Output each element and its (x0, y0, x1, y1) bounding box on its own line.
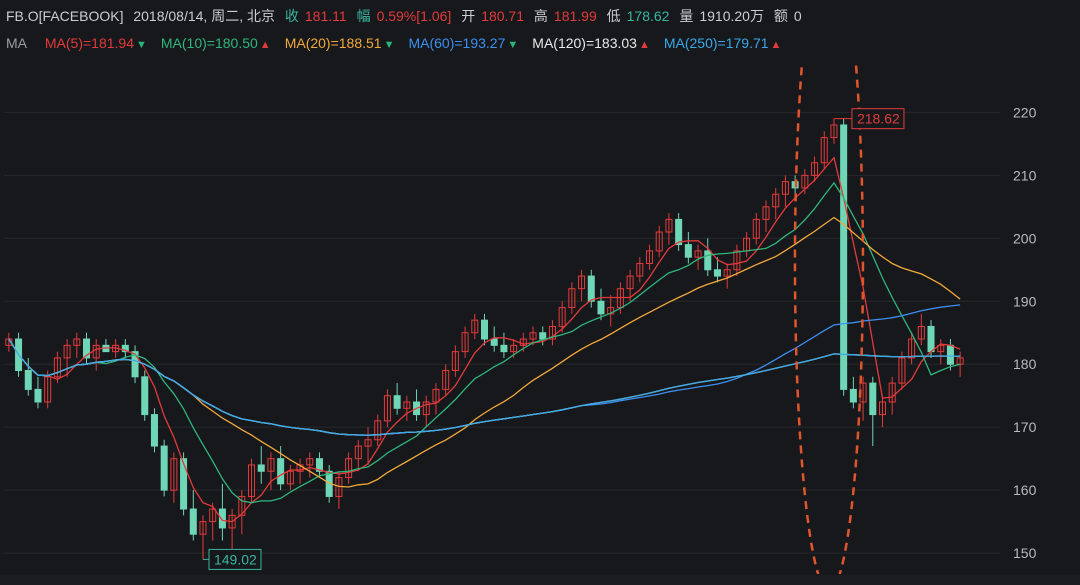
candle-body (150, 414, 158, 447)
candle-body (393, 395, 401, 409)
indicator-footer-strip (0, 575, 1080, 585)
candle-body (539, 332, 547, 340)
ma-legend-text: MA(60)=193.27 (408, 35, 506, 51)
datetime: 2018/08/14, 周二, 北京 (133, 8, 275, 24)
candle-body (684, 244, 692, 258)
open-value: 180.71 (481, 8, 525, 24)
amount-label: 额 (773, 8, 788, 24)
ma-legend-item[interactable]: MA(20)=188.51 ▼ (285, 35, 395, 51)
candle-body (675, 218, 683, 246)
ma-legend-text: MA(20)=188.51 (284, 35, 382, 51)
ma-legend-item[interactable]: MA(250)=179.71 ▲ (664, 35, 782, 51)
ma-legend-items: MA(5)=181.94 ▼ MA(10)=180.50 ▲ MA(20)=188.51… (45, 35, 796, 51)
candle-body (24, 370, 32, 390)
change-pct: 0.59% (376, 8, 417, 24)
candle-body (587, 275, 595, 302)
candle-body (480, 319, 489, 340)
ma-legend-text: MA(250)=179.71 (663, 35, 769, 51)
arrow-up-icon: ▲ (259, 39, 271, 51)
low-price-label: 149.02 (214, 551, 257, 567)
candle-body (713, 269, 721, 277)
candle-body (490, 338, 498, 346)
candle-body (257, 464, 265, 472)
highlight-ellipse (793, 62, 865, 574)
candle-body (180, 458, 188, 510)
y-tick-label: 190 (1013, 293, 1037, 309)
close-label: 收 (284, 8, 299, 24)
candle-body (189, 508, 197, 535)
y-tick-label: 200 (1013, 230, 1037, 246)
y-tick-label: 170 (1013, 419, 1037, 435)
candle-body (946, 344, 954, 365)
y-tick-label: 180 (1013, 356, 1037, 372)
change-abs: [1.06] (416, 8, 452, 24)
candle-body (927, 325, 935, 353)
ma-legend-text: MA(10)=180.50 (160, 35, 258, 51)
close-value: 181.11 (304, 8, 347, 24)
ma-legend-text: MA(5)=181.94 (44, 35, 134, 51)
ma-line (8, 216, 961, 488)
candle-body (840, 124, 848, 390)
arrow-down-icon: ▼ (507, 39, 519, 51)
candle-body (500, 344, 508, 353)
ma-legend-item[interactable]: MA(10)=180.50 ▲ (161, 35, 271, 51)
candle-body (849, 388, 857, 403)
low-value: 178.62 (626, 8, 670, 24)
low-label: 低 (606, 8, 621, 24)
candle-body (704, 250, 712, 271)
quote-header: FB.O[FACEBOOK] 2018/08/14, 周二, 北京 收 181.1… (6, 6, 808, 28)
symbol[interactable]: FB.O[FACEBOOK] (6, 8, 123, 24)
y-tick-label: 220 (1013, 104, 1037, 120)
y-tick-label: 160 (1013, 482, 1037, 498)
candle-body (869, 382, 877, 416)
y-tick-label: 150 (1013, 545, 1037, 561)
candle-body (597, 300, 605, 315)
volume-label: 量 (679, 8, 694, 24)
ma-legend-item[interactable]: MA(5)=181.94 ▼ (45, 35, 147, 51)
volume-value: 1910.20万 (699, 8, 764, 24)
amount-value: 0 (793, 8, 802, 24)
ma-legend-item[interactable]: MA(60)=193.27 ▼ (408, 35, 518, 51)
high-label: 高 (533, 8, 548, 24)
high-value: 181.99 (553, 8, 597, 24)
open-label: 开 (461, 8, 476, 24)
high-price-label: 218.62 (857, 111, 900, 127)
arrow-up-icon: ▲ (770, 39, 782, 51)
candle-body (277, 458, 285, 485)
candle-body (141, 376, 149, 416)
arrow-down-icon: ▼ (383, 39, 395, 51)
y-tick-label: 210 (1013, 167, 1037, 183)
ma-legend-text: MA(120)=183.03 (532, 35, 637, 51)
arrow-up-icon: ▲ (638, 39, 650, 51)
change-label: 幅 (356, 8, 371, 24)
candle-body (34, 388, 42, 403)
arrow-down-icon: ▼ (136, 39, 147, 51)
ma-legend: MA MA(5)=181.94 ▼ MA(10)=180.50 ▲ MA(20)=188… (6, 35, 795, 57)
ma-legend-label: MA (6, 35, 27, 51)
candle-body (160, 445, 168, 491)
ma-legend-item[interactable]: MA(120)=183.03 ▲ (532, 35, 650, 51)
candlestick-chart[interactable]: 150 160 170 180 190 200 210 220 218.62 149.02 (0, 62, 1080, 574)
